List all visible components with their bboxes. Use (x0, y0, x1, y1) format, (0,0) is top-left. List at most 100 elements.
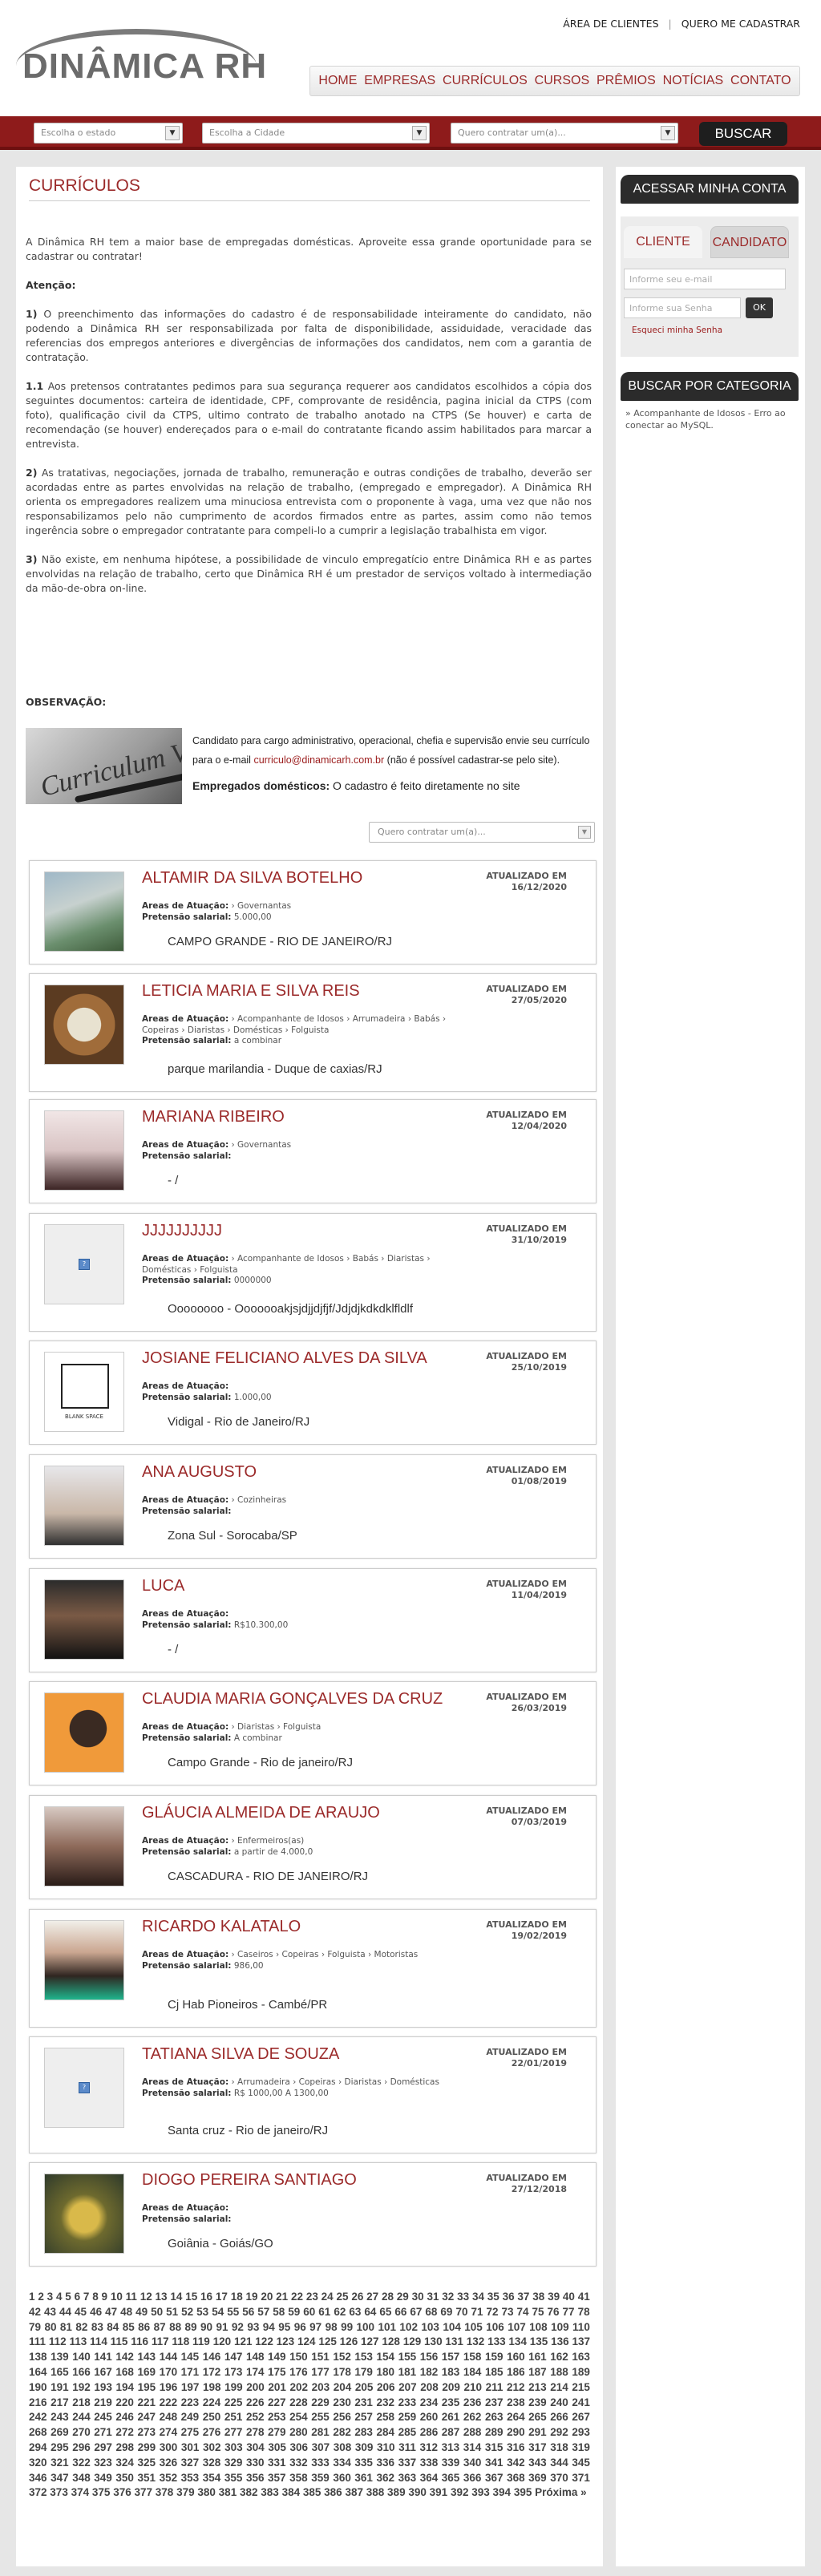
page-link[interactable]: 119 (192, 2335, 210, 2348)
page-link[interactable]: 18 (231, 2291, 243, 2303)
page-link[interactable]: 254 (289, 2411, 308, 2423)
dinamica-rh-logo[interactable]: DINÂMICA RH (16, 29, 273, 86)
page-link[interactable]: 140 (72, 2351, 91, 2363)
candidate-card[interactable]: BLANK SPACE JOSIANE FELICIANO ALVES DA SI… (29, 1341, 597, 1445)
page-link[interactable]: 194 (116, 2381, 135, 2393)
page-link[interactable]: 193 (94, 2381, 112, 2393)
page-link[interactable]: 320 (29, 2457, 47, 2469)
page-link[interactable]: 32 (442, 2291, 454, 2303)
page-link[interactable]: 74 (517, 2306, 529, 2318)
page-link[interactable]: 107 (508, 2321, 526, 2333)
candidate-name[interactable]: JJJJJJJJJJ (142, 1222, 222, 1240)
page-link[interactable]: 278 (246, 2426, 265, 2438)
page-link[interactable]: 394 (493, 2486, 512, 2498)
forgot-password-link[interactable]: Esqueci minha Senha (632, 326, 722, 335)
page-link[interactable]: 377 (134, 2486, 152, 2498)
page-link[interactable]: 181 (398, 2366, 417, 2378)
page-link[interactable]: 37 (517, 2291, 529, 2303)
page-link[interactable]: 84 (107, 2321, 119, 2333)
nav-contato[interactable]: CONTATO (730, 74, 791, 88)
nav-home[interactable]: HOME (318, 74, 357, 88)
candidate-name[interactable]: DIOGO PEREIRA SANTIAGO (142, 2171, 357, 2190)
page-link[interactable]: 302 (203, 2441, 221, 2453)
page-link[interactable]: 143 (137, 2351, 156, 2363)
page-link[interactable]: 75 (532, 2306, 544, 2318)
page-link[interactable]: 256 (333, 2411, 351, 2423)
page-link[interactable]: 252 (246, 2411, 265, 2423)
page-link[interactable]: 175 (268, 2366, 286, 2378)
page-link[interactable]: 33 (457, 2291, 469, 2303)
page-link[interactable]: 85 (123, 2321, 135, 2333)
page-link[interactable]: 296 (72, 2441, 91, 2453)
page-link[interactable]: 333 (311, 2457, 330, 2469)
page-link[interactable]: 332 (289, 2457, 308, 2469)
page-link[interactable]: 351 (137, 2472, 156, 2484)
page-link[interactable]: 82 (75, 2321, 87, 2333)
page-link[interactable]: 271 (94, 2426, 112, 2438)
page-link[interactable]: 389 (387, 2486, 406, 2498)
page-link[interactable]: 154 (377, 2351, 395, 2363)
nav-noticias[interactable]: NOTÍCIAS (663, 74, 724, 88)
page-link[interactable]: 93 (247, 2321, 259, 2333)
page-link[interactable]: 387 (345, 2486, 363, 2498)
page-link[interactable]: 214 (550, 2381, 568, 2393)
page-link[interactable]: 266 (550, 2411, 568, 2423)
page-link[interactable]: 372 (29, 2486, 47, 2498)
page-link[interactable]: 94 (263, 2321, 275, 2333)
page-link[interactable]: 86 (138, 2321, 150, 2333)
page-link[interactable]: 264 (507, 2411, 525, 2423)
candidate-card[interactable]: RICARDO KALATALO ATUALIZADO EM 19/02/2019 A… (29, 1909, 597, 2028)
page-link[interactable]: 245 (94, 2411, 112, 2423)
page-link[interactable]: 12 (140, 2291, 152, 2303)
page-link[interactable]: 250 (203, 2411, 221, 2423)
page-link[interactable]: 172 (203, 2366, 221, 2378)
page-link[interactable]: 327 (181, 2457, 200, 2469)
page-link[interactable]: 120 (213, 2335, 232, 2348)
page-link[interactable]: 29 (397, 2291, 409, 2303)
page-link[interactable]: 24 (322, 2291, 334, 2303)
page-link[interactable]: 318 (550, 2441, 568, 2453)
page-link[interactable]: 52 (181, 2306, 193, 2318)
page-link[interactable]: 15 (185, 2291, 197, 2303)
page-link[interactable]: 178 (333, 2366, 351, 2378)
page-link[interactable]: 2 (38, 2291, 44, 2303)
register-link[interactable]: QUERO ME CADASTRAR (681, 18, 800, 30)
candidate-card[interactable]: MARIANA RIBEIRO ATUALIZADO EM 12/04/2020 Ar… (29, 1099, 597, 1203)
page-link[interactable]: 173 (224, 2366, 243, 2378)
page-link[interactable]: 158 (463, 2351, 482, 2363)
page-link[interactable]: 295 (51, 2441, 69, 2453)
email-field[interactable]: Informe seu e-mail (624, 269, 786, 289)
page-link[interactable]: 87 (154, 2321, 166, 2333)
page-link[interactable]: 117 (152, 2335, 169, 2348)
page-link[interactable]: 371 (572, 2472, 590, 2484)
page-link[interactable]: 106 (486, 2321, 504, 2333)
page-link[interactable]: 248 (160, 2411, 178, 2423)
page-link[interactable]: 270 (72, 2426, 91, 2438)
next-page-link[interactable]: Próxima » (535, 2486, 587, 2498)
page-link[interactable]: 347 (51, 2472, 69, 2484)
page-link[interactable]: 83 (91, 2321, 103, 2333)
page-link[interactable]: 315 (485, 2441, 504, 2453)
page-link[interactable]: 382 (240, 2486, 258, 2498)
page-link[interactable]: 338 (420, 2457, 439, 2469)
page-link[interactable]: 244 (72, 2411, 91, 2423)
page-link[interactable]: 352 (160, 2472, 178, 2484)
page-link[interactable]: 253 (268, 2411, 286, 2423)
page-link[interactable]: 133 (487, 2335, 506, 2348)
page-link[interactable]: 151 (311, 2351, 330, 2363)
page-link[interactable]: 203 (312, 2381, 330, 2393)
page-link[interactable]: 362 (377, 2472, 395, 2484)
nav-premios[interactable]: PRÊMIOS (597, 74, 656, 88)
page-link[interactable]: 297 (94, 2441, 112, 2453)
page-link[interactable]: 165 (51, 2366, 69, 2378)
page-link[interactable]: 3 (47, 2291, 54, 2303)
page-link[interactable]: 317 (528, 2441, 547, 2453)
page-link[interactable]: 304 (246, 2441, 265, 2453)
page-link[interactable]: 1 (29, 2291, 35, 2303)
page-link[interactable]: 364 (420, 2472, 439, 2484)
page-link[interactable]: 294 (29, 2441, 47, 2453)
page-link[interactable]: 331 (268, 2457, 286, 2469)
tab-candidate[interactable]: CANDIDATO (710, 226, 789, 258)
page-link[interactable]: 259 (398, 2411, 417, 2423)
page-link[interactable]: 144 (160, 2351, 178, 2363)
